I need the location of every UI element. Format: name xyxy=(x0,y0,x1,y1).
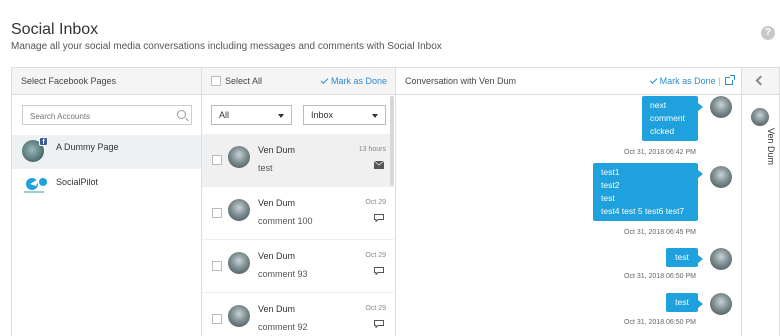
list-item-checkbox[interactable] xyxy=(212,208,222,218)
mark-as-done-label: Mark as Done xyxy=(659,76,716,86)
conversation-actions: Mark as Done | xyxy=(649,68,735,94)
message-time: Oct 31, 2018 06:50 PM xyxy=(624,273,696,280)
message-line: test xyxy=(675,297,689,307)
message-line: test1 xyxy=(601,167,620,177)
separator: | xyxy=(718,76,721,86)
page-subtitle: Manage all your social media conversatio… xyxy=(11,41,442,52)
select-all[interactable]: Select All xyxy=(211,68,262,94)
facebook-icon: f xyxy=(39,137,48,146)
list-item[interactable]: Ven Dum comment 92 Oct 29 xyxy=(202,293,394,336)
chevron-down-icon xyxy=(372,114,378,118)
check-icon xyxy=(320,76,329,84)
list-item-time: 13 hours xyxy=(358,146,386,153)
conversation-header: Conversation with Ven Dum Mark as Done | xyxy=(396,68,741,95)
mark-as-done-label: Mark as Done xyxy=(330,76,387,86)
search-accounts-box[interactable] xyxy=(22,105,192,126)
list-item[interactable]: Ven Dum test 13 hours xyxy=(202,134,394,187)
page-item-socialpilot[interactable]: SocialPilot xyxy=(12,169,201,203)
message-bubble: test xyxy=(666,293,703,312)
message-line: next xyxy=(650,100,667,110)
list-item-time: Oct 29 xyxy=(365,252,386,259)
list-item-time: Oct 29 xyxy=(365,199,386,206)
conversation-title: Conversation with Ven Dum xyxy=(405,76,517,86)
list-item-checkbox[interactable] xyxy=(212,155,222,165)
type-filter-dropdown[interactable]: All xyxy=(211,105,292,125)
message-bubble: test xyxy=(666,248,703,267)
message-line: test xyxy=(601,193,615,203)
profile-name: Ven Dum xyxy=(766,128,776,166)
list-item-checkbox[interactable] xyxy=(212,314,222,324)
avatar xyxy=(751,108,769,126)
select-all-checkbox[interactable] xyxy=(211,75,221,86)
list-item-snippet: comment 100 xyxy=(258,216,313,226)
avatar xyxy=(710,248,732,270)
list-item-sender: Ven Dum xyxy=(258,251,296,261)
list-item-sender: Ven Dum xyxy=(258,145,296,155)
search-icon[interactable] xyxy=(177,110,186,119)
page-name: SocialPilot xyxy=(56,177,99,187)
mark-as-done-button[interactable]: Mark as Done xyxy=(649,76,716,86)
mark-as-done-button[interactable]: Mark as Done xyxy=(320,68,387,94)
external-link-icon[interactable] xyxy=(725,75,735,85)
collapse-profile-button[interactable] xyxy=(742,68,779,95)
avatar xyxy=(228,146,250,168)
list-item-snippet: comment 93 xyxy=(258,269,308,279)
message-line: test2 xyxy=(601,180,620,190)
message-time: Oct 31, 2018 06:50 PM xyxy=(624,319,696,326)
message-line: comment xyxy=(650,113,685,123)
list-item-checkbox[interactable] xyxy=(212,261,222,271)
message-bubble: test1 test2 test test4 test 5 test6 test… xyxy=(593,163,703,221)
avatar xyxy=(228,199,250,221)
comment-icon xyxy=(374,320,384,328)
comment-icon xyxy=(374,214,384,222)
help-icon[interactable]: ? xyxy=(761,26,775,40)
list-item-sender: Ven Dum xyxy=(258,198,296,208)
message-bubble: next comment clcked xyxy=(642,96,703,141)
list-item-time: Oct 29 xyxy=(365,305,386,312)
message-line: test xyxy=(675,252,689,262)
pages-panel-title: Select Facebook Pages xyxy=(12,68,201,95)
avatar xyxy=(710,96,732,118)
page-item-a-dummy-page[interactable]: f A Dummy Page xyxy=(12,135,201,169)
comment-icon xyxy=(374,267,384,275)
avatar xyxy=(228,252,250,274)
message-list-panel: Select All Mark as Done All Inbox Ven Du… xyxy=(202,67,396,336)
list-item-snippet: test xyxy=(258,163,273,173)
select-all-label: Select All xyxy=(225,76,263,86)
type-filter-value: All xyxy=(219,110,230,120)
profile-panel: Ven Dum xyxy=(742,67,780,336)
check-icon xyxy=(649,76,657,84)
avatar xyxy=(228,305,250,327)
chevron-left-icon xyxy=(755,75,766,86)
message-time: Oct 31, 2018 06:42 PM xyxy=(624,149,696,156)
list-item[interactable]: Ven Dum comment 100 Oct 29 xyxy=(202,187,394,240)
list-toolbar: Select All Mark as Done xyxy=(202,68,395,95)
avatar xyxy=(710,166,732,188)
chevron-down-icon xyxy=(278,114,284,118)
search-input[interactable] xyxy=(23,107,163,126)
socialpilot-logo-icon xyxy=(24,178,47,193)
list-item-sender: Ven Dum xyxy=(258,304,296,314)
envelope-icon xyxy=(374,161,384,169)
page-title: Social Inbox xyxy=(11,21,99,38)
page-name: A Dummy Page xyxy=(56,142,119,152)
message-line: clcked xyxy=(650,126,675,136)
folder-filter-value: Inbox xyxy=(311,110,334,120)
message-time: Oct 31, 2018 06:45 PM xyxy=(624,229,696,236)
avatar xyxy=(710,293,732,315)
list-item-snippet: comment 92 xyxy=(258,322,308,332)
folder-filter-dropdown[interactable]: Inbox xyxy=(303,105,386,125)
facebook-pages-panel: Select Facebook Pages f A Dummy Page Soc… xyxy=(11,67,202,336)
message-line: test4 test 5 test6 test7 xyxy=(601,206,685,216)
list-scrollbar[interactable] xyxy=(390,96,394,186)
list-item[interactable]: Ven Dum comment 93 Oct 29 xyxy=(202,240,394,293)
conversation-panel: Conversation with Ven Dum Mark as Done |… xyxy=(396,67,742,336)
